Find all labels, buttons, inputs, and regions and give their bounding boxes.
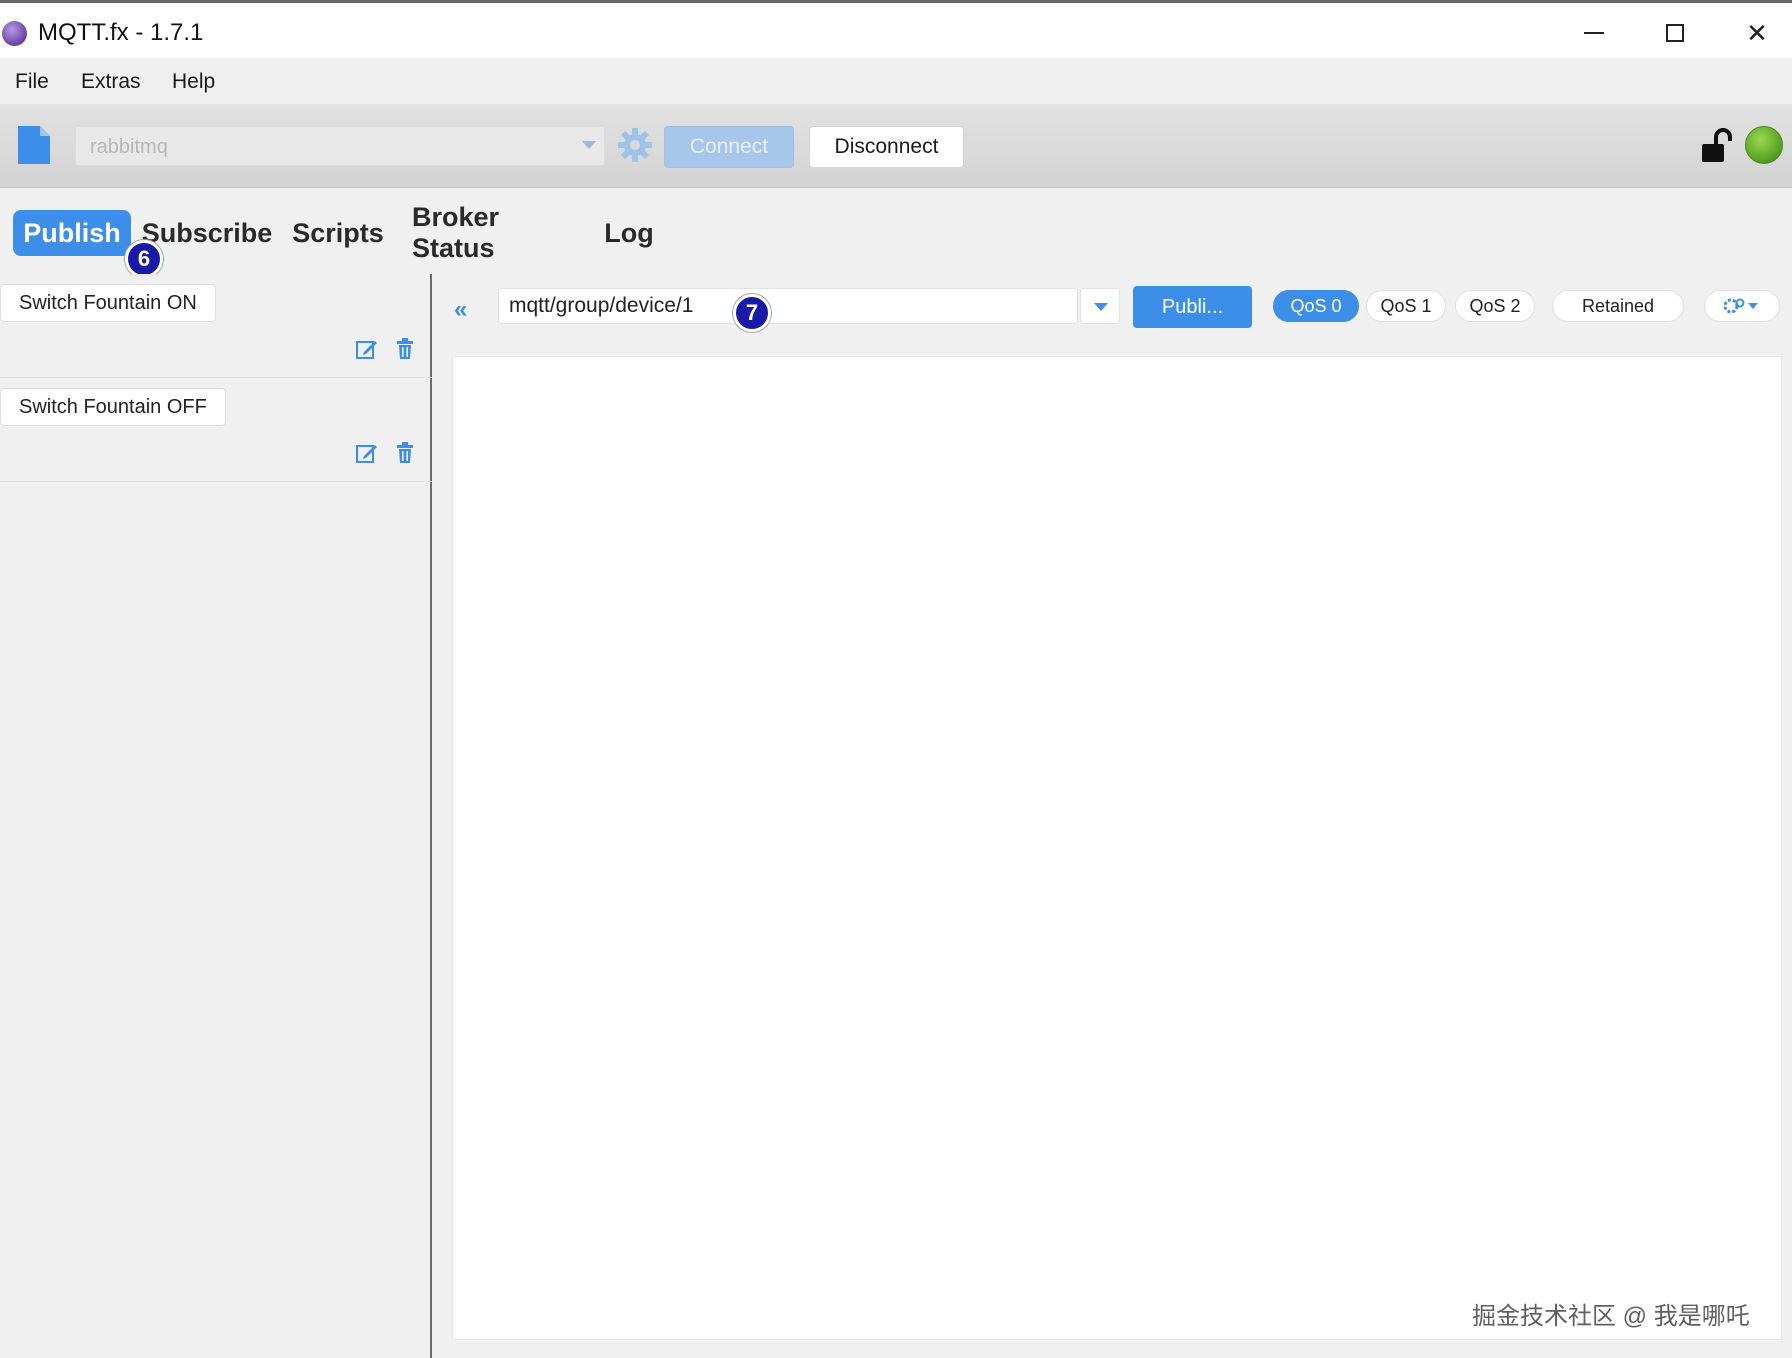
- unlock-icon: [1702, 128, 1732, 162]
- trash-icon[interactable]: [396, 338, 414, 360]
- publish-options-button[interactable]: [1704, 290, 1780, 322]
- edit-icon[interactable]: [356, 442, 378, 464]
- connection-toolbar: rabbitmq Connect Disconnect: [0, 104, 1792, 188]
- message-payload-textarea[interactable]: [452, 356, 1782, 1340]
- annotation-badge-7: 7: [733, 294, 771, 332]
- connect-button[interactable]: Connect: [664, 126, 794, 168]
- chevron-down-icon: [582, 141, 596, 149]
- window-title: MQTT.fx - 1.7.1: [38, 19, 204, 46]
- topic-history-dropdown[interactable]: [1080, 288, 1120, 324]
- maximize-button[interactable]: [1653, 15, 1697, 51]
- connection-profile-select[interactable]: rabbitmq: [75, 126, 605, 166]
- publish-button[interactable]: Publi...: [1133, 286, 1252, 328]
- tab-broker-status[interactable]: Broker Status: [412, 202, 574, 263]
- maximize-icon: [1666, 24, 1684, 42]
- title-bar: MQTT.fx - 1.7.1 ✕: [0, 0, 1792, 58]
- disconnect-button[interactable]: Disconnect: [809, 126, 964, 168]
- watermark: 掘金技术社区 @ 我是哪吒: [1472, 1303, 1750, 1330]
- minimize-icon: [1584, 32, 1604, 34]
- script-switch-fountain-off-button[interactable]: Switch Fountain OFF: [0, 388, 226, 426]
- chevron-down-icon: [1094, 303, 1108, 311]
- tab-publish[interactable]: Publish: [13, 210, 131, 256]
- tab-log[interactable]: Log: [604, 210, 654, 256]
- app-logo-icon: [2, 21, 27, 46]
- new-file-icon[interactable]: [16, 124, 52, 166]
- saved-messages-panel: Switch Fountain ON Switch Fountain OFF: [0, 274, 432, 1358]
- main-area: Publish Subscribe Scripts Broker Status …: [0, 188, 1792, 1358]
- script-switch-fountain-on-button[interactable]: Switch Fountain ON: [0, 284, 216, 322]
- close-icon: ✕: [1746, 17, 1768, 48]
- menu-file[interactable]: File: [15, 70, 49, 94]
- annotation-badge-6: 6: [125, 240, 163, 278]
- connection-profile-value: rabbitmq: [90, 136, 168, 158]
- menu-help[interactable]: Help: [172, 70, 215, 94]
- tab-bar: Publish Subscribe Scripts Broker Status …: [0, 188, 1792, 278]
- connection-status-indicator: [1745, 126, 1783, 164]
- topic-input[interactable]: mqtt/group/device/1: [498, 288, 1078, 324]
- settings-gears-icon: [1723, 298, 1758, 314]
- qos-2-toggle[interactable]: QoS 2: [1455, 290, 1535, 322]
- collapse-panel-icon[interactable]: «: [454, 296, 467, 324]
- list-item: Switch Fountain ON: [0, 274, 432, 378]
- menu-bar: File Extras Help: [0, 58, 1792, 104]
- qos-1-toggle[interactable]: QoS 1: [1366, 290, 1446, 322]
- list-item: Switch Fountain OFF: [0, 378, 432, 482]
- edit-icon[interactable]: [356, 338, 378, 360]
- gear-icon[interactable]: [616, 126, 654, 164]
- qos-0-toggle[interactable]: QoS 0: [1273, 290, 1359, 322]
- menu-extras[interactable]: Extras: [81, 70, 141, 94]
- close-button[interactable]: ✕: [1735, 15, 1779, 51]
- tab-subscribe[interactable]: Subscribe: [142, 210, 273, 256]
- tab-scripts[interactable]: Scripts: [292, 210, 384, 256]
- retained-toggle[interactable]: Retained: [1552, 290, 1684, 322]
- minimize-button[interactable]: [1572, 15, 1616, 51]
- trash-icon[interactable]: [396, 442, 414, 464]
- publish-panel: « mqtt/group/device/1 7 Publi... QoS 0 Q…: [434, 274, 1792, 1358]
